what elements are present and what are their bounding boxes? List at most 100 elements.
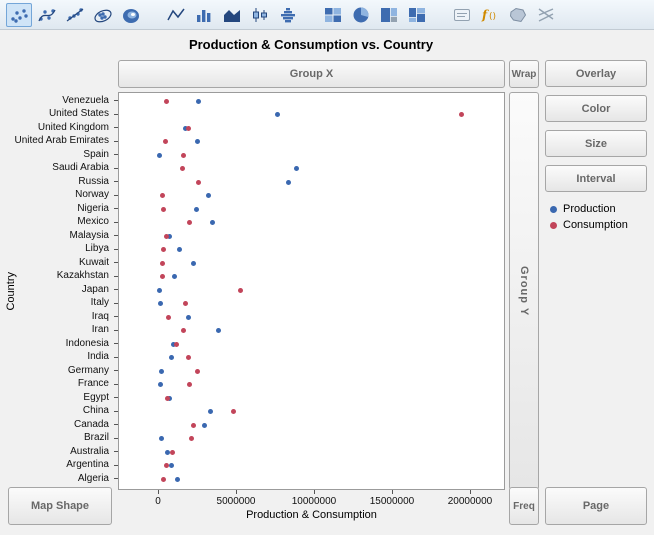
point-consumption[interactable] (164, 99, 169, 104)
drop-zone-map-shape[interactable]: Map Shape (8, 487, 112, 525)
point-consumption[interactable] (165, 396, 170, 401)
svg-text:(): () (489, 12, 496, 22)
point-consumption[interactable] (231, 409, 236, 414)
y-tick-mark (114, 330, 118, 331)
point-consumption[interactable] (166, 315, 171, 320)
x-tick-label: 15000000 (370, 496, 415, 507)
point-consumption[interactable] (164, 234, 169, 239)
point-consumption[interactable] (181, 153, 186, 158)
smoother-icon[interactable] (34, 3, 60, 27)
point-production[interactable] (191, 261, 196, 266)
point-consumption[interactable] (174, 342, 179, 347)
y-tick-label: Venezuela (0, 94, 109, 107)
contour-icon[interactable] (118, 3, 144, 27)
line-icon[interactable] (163, 3, 189, 27)
y-tick-mark (114, 222, 118, 223)
point-production[interactable] (194, 207, 199, 212)
y-tick-mark (114, 141, 118, 142)
point-consumption[interactable] (181, 328, 186, 333)
line-of-fit-icon[interactable] (62, 3, 88, 27)
plot-area[interactable] (118, 92, 505, 490)
y-tick-label: Mexico (0, 215, 109, 228)
point-consumption[interactable] (189, 436, 194, 441)
point-production[interactable] (157, 153, 162, 158)
point-production[interactable] (158, 382, 163, 387)
point-production[interactable] (202, 423, 207, 428)
point-production[interactable] (210, 220, 215, 225)
point-consumption[interactable] (170, 450, 175, 455)
point-production[interactable] (175, 477, 180, 482)
drop-zone-interval[interactable]: Interval (545, 165, 647, 192)
box-plot-icon[interactable] (247, 3, 273, 27)
y-tick-label: Algeria (0, 472, 109, 485)
point-production[interactable] (169, 355, 174, 360)
mosaic-icon[interactable] (404, 3, 430, 27)
point-production[interactable] (208, 409, 213, 414)
points-icon[interactable] (6, 3, 32, 27)
treemap-icon[interactable] (376, 3, 402, 27)
drop-zone-group-x[interactable]: Group X (118, 60, 505, 88)
caption-box-icon[interactable] (449, 3, 475, 27)
drop-zone-page[interactable]: Page (545, 487, 647, 525)
x-tick-mark (314, 490, 315, 494)
x-tick-mark (158, 490, 159, 494)
y-tick-label: Saudi Arabia (0, 161, 109, 174)
point-consumption[interactable] (160, 261, 165, 266)
formula-icon[interactable]: f() (477, 3, 503, 27)
point-production[interactable] (159, 436, 164, 441)
point-consumption[interactable] (161, 207, 166, 212)
drop-zone-wrap[interactable]: Wrap (509, 60, 539, 88)
point-consumption[interactable] (187, 382, 192, 387)
point-production[interactable] (159, 369, 164, 374)
point-consumption[interactable] (459, 112, 464, 117)
drop-zone-group-y[interactable]: Group Y (509, 92, 539, 490)
point-production[interactable] (157, 288, 162, 293)
drop-zone-overlay[interactable]: Overlay (545, 60, 647, 87)
legend-item[interactable]: Production (550, 201, 628, 217)
heatmap-icon[interactable] (320, 3, 346, 27)
point-production[interactable] (177, 247, 182, 252)
point-production[interactable] (195, 139, 200, 144)
point-consumption[interactable] (163, 139, 168, 144)
point-production[interactable] (294, 166, 299, 171)
point-consumption[interactable] (160, 193, 165, 198)
point-consumption[interactable] (183, 301, 188, 306)
point-consumption[interactable] (186, 355, 191, 360)
point-consumption[interactable] (238, 288, 243, 293)
ellipse-icon[interactable] (90, 3, 116, 27)
drop-zone-size[interactable]: Size (545, 130, 647, 157)
point-consumption[interactable] (195, 369, 200, 374)
y-tick-label: Argentina (0, 458, 109, 471)
point-production[interactable] (172, 274, 177, 279)
parallel-icon[interactable] (533, 3, 559, 27)
point-consumption[interactable] (196, 180, 201, 185)
point-production[interactable] (206, 193, 211, 198)
point-production[interactable] (169, 463, 174, 468)
drop-zone-freq[interactable]: Freq (509, 487, 539, 525)
point-production[interactable] (286, 180, 291, 185)
point-production[interactable] (158, 301, 163, 306)
histogram-icon[interactable] (275, 3, 301, 27)
point-production[interactable] (186, 315, 191, 320)
y-tick-mark (114, 465, 118, 466)
area-icon[interactable] (219, 3, 245, 27)
point-consumption[interactable] (186, 126, 191, 131)
map-shapes-icon[interactable] (505, 3, 531, 27)
pie-icon[interactable] (348, 3, 374, 27)
y-tick-mark (114, 370, 118, 371)
y-tick-mark (114, 438, 118, 439)
point-consumption[interactable] (180, 166, 185, 171)
point-consumption[interactable] (161, 477, 166, 482)
point-consumption[interactable] (160, 274, 165, 279)
legend-item[interactable]: Consumption (550, 217, 628, 233)
point-consumption[interactable] (161, 247, 166, 252)
bar-icon[interactable] (191, 3, 217, 27)
point-production[interactable] (275, 112, 280, 117)
y-tick-mark (114, 114, 118, 115)
point-consumption[interactable] (187, 220, 192, 225)
point-production[interactable] (216, 328, 221, 333)
point-consumption[interactable] (191, 423, 196, 428)
point-production[interactable] (196, 99, 201, 104)
drop-zone-color[interactable]: Color (545, 95, 647, 122)
point-consumption[interactable] (164, 463, 169, 468)
